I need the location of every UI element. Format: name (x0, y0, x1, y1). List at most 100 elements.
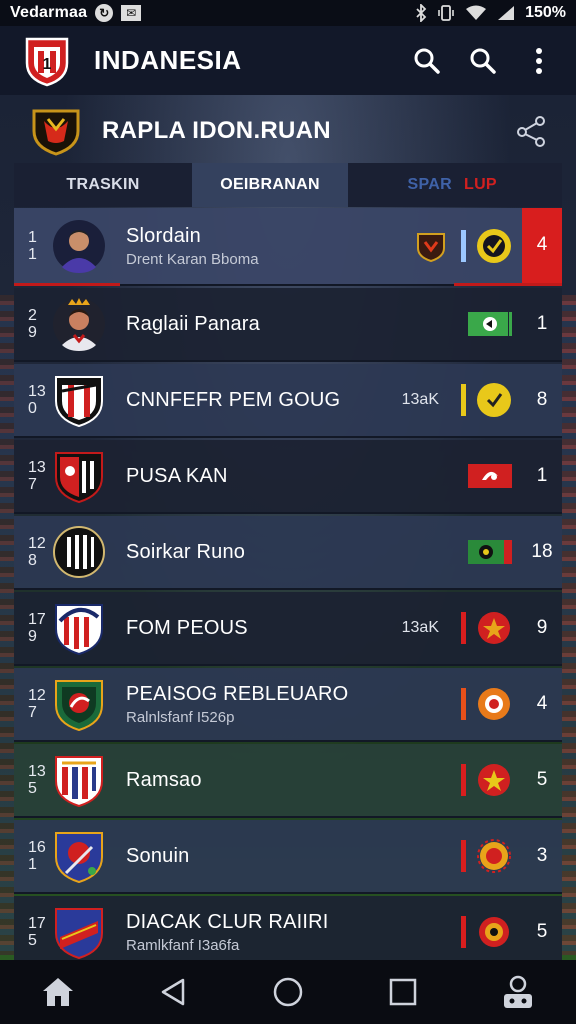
rank-cell: 12 8 (28, 535, 46, 569)
bot-icon (504, 975, 533, 1008)
search-icon (414, 48, 440, 74)
player-avatar (53, 298, 105, 351)
form-indicator-icon (477, 839, 511, 873)
app-bar: 1 INDANESIA (0, 26, 576, 95)
rank-cell: 17 9 (28, 611, 46, 645)
more-options-button[interactable] (522, 44, 556, 78)
club-badge-icon (417, 233, 445, 262)
tab-spar[interactable]: SPAR (348, 163, 464, 207)
search-button-2[interactable] (466, 44, 500, 78)
home-icon (42, 978, 73, 1006)
sync-icon: ↻ (95, 4, 114, 22)
club-crest-icon (55, 604, 103, 656)
rank-cell: 13 5 (28, 763, 46, 797)
search-icon (470, 48, 496, 74)
more-vert-icon (536, 47, 542, 74)
standings-row[interactable]: 12 8 Soirkar Runo 18 (14, 516, 562, 590)
recents-button[interactable] (381, 970, 425, 1014)
points-cell: 8 (536, 389, 548, 410)
mail-icon: ✉ (121, 5, 142, 21)
bluetooth-icon (416, 4, 427, 22)
wifi-icon (466, 5, 487, 20)
status-bar: Vedarmaa ↻ ✉ 150% (0, 0, 576, 26)
player-avatar (53, 220, 105, 273)
standings-row[interactable]: 13 5 Ramsao 5 (14, 744, 562, 818)
points-cell: 3 (536, 845, 548, 866)
rank-cell: 29 (28, 307, 37, 341)
followers-count: 13aK (401, 619, 439, 636)
rank-cell: 13 0 (28, 383, 46, 417)
standings-row[interactable]: 17 9 FOM PEOUS 13aK 9 (14, 592, 562, 666)
standings-row[interactable]: 12 7 PEAISOG REBLEUARO Ralnlsfanf I526p 4 (14, 668, 562, 742)
team-subtitle: Drent Karan Bboma (126, 250, 259, 268)
form-indicator-icon (477, 229, 511, 263)
team-name: Raglaii Panara (126, 312, 260, 335)
rank-cell: 16 1 (28, 839, 46, 873)
team-name: PEAISOG REBLEUARO (126, 682, 349, 705)
share-icon[interactable] (514, 114, 548, 148)
crowd-left (0, 295, 14, 955)
points-cell: 4 (522, 208, 562, 284)
form-indicator-icon (479, 917, 509, 947)
points-cell: 1 (536, 465, 548, 486)
club-crest-icon (53, 526, 105, 578)
home-circle-icon (273, 977, 303, 1007)
form-bar (461, 840, 466, 872)
form-bar (461, 230, 466, 262)
search-button[interactable] (410, 44, 444, 78)
back-icon (161, 978, 185, 1006)
rank-cell: 17 5 (28, 915, 46, 949)
rank-cell: 11 (28, 229, 37, 263)
followers-count: 13aK (401, 391, 439, 408)
home-button[interactable] (36, 970, 80, 1014)
form-bar (461, 688, 466, 720)
system-nav-bar (0, 960, 576, 1024)
team-name: CNNFEFR PEM GOUG (126, 388, 341, 411)
standings-row[interactable]: 17 5 DIACAK CLUR RAIIRI Ramlkfanf I3a6fa … (14, 896, 562, 960)
home-circle-button[interactable] (266, 970, 310, 1014)
form-bar (461, 612, 466, 644)
row-accent-line (14, 283, 120, 286)
svg-text:1: 1 (43, 56, 52, 73)
points-cell: 5 (536, 921, 548, 942)
crowd-right (562, 295, 576, 955)
team-name: FOM PEOUS (126, 616, 248, 639)
form-indicator-icon (478, 688, 510, 720)
back-button[interactable] (151, 970, 195, 1014)
team-subtitle: Ralnlsfanf I526p (126, 708, 235, 726)
tab-oeibranan[interactable]: OEIBRANAN (192, 163, 348, 207)
points-cell: 18 (531, 541, 553, 562)
team-name: Ramsao (126, 768, 202, 791)
standings-row[interactable]: 11 Slordain Drent Karan Bboma 4 (14, 208, 562, 286)
form-bar (461, 916, 466, 948)
rank-cell: 13 7 (28, 459, 46, 493)
standings-list: 11 Slordain Drent Karan Bboma 4 29 Ragla… (14, 208, 562, 960)
form-indicator-icon (478, 612, 510, 644)
rank-cell: 12 7 (28, 687, 46, 721)
points-cell: 4 (536, 693, 548, 714)
form-indicator-icon (477, 383, 511, 417)
standings-row[interactable]: 29 Raglaii Panara 1 (14, 288, 562, 362)
carrier-label: Vedarmaa (10, 4, 88, 21)
vibrate-icon (438, 5, 454, 21)
standings-row[interactable]: 13 0 CNNFEFR PEM GOUG 13aK 8 (14, 364, 562, 438)
standings-row[interactable]: 16 1 Sonuin 3 (14, 820, 562, 894)
team-name: DIACAK CLUR RAIIRI (126, 910, 329, 933)
signal-icon (498, 6, 515, 20)
recents-icon (389, 978, 417, 1006)
club-crest-icon (55, 376, 103, 428)
standings-row[interactable]: 13 7 PUSA KAN 1 (14, 440, 562, 514)
team-name: Soirkar Runo (126, 540, 246, 563)
league-header: RAPLA IDON.RUAN (14, 100, 562, 162)
app-logo-icon: 1 (25, 37, 69, 86)
tab-lup[interactable]: LUP (464, 163, 562, 207)
tab-traskin[interactable]: TRASKIN (14, 163, 192, 207)
team-subtitle: Ramlkfanf I3a6fa (126, 936, 240, 954)
team-name: PUSA KAN (126, 464, 228, 487)
club-crest-icon (55, 908, 103, 960)
form-flag-icon (468, 464, 512, 488)
club-crest-icon (55, 756, 103, 808)
points-cell: 9 (536, 617, 548, 638)
club-crest-icon (55, 452, 103, 504)
assistant-button[interactable] (496, 970, 540, 1014)
